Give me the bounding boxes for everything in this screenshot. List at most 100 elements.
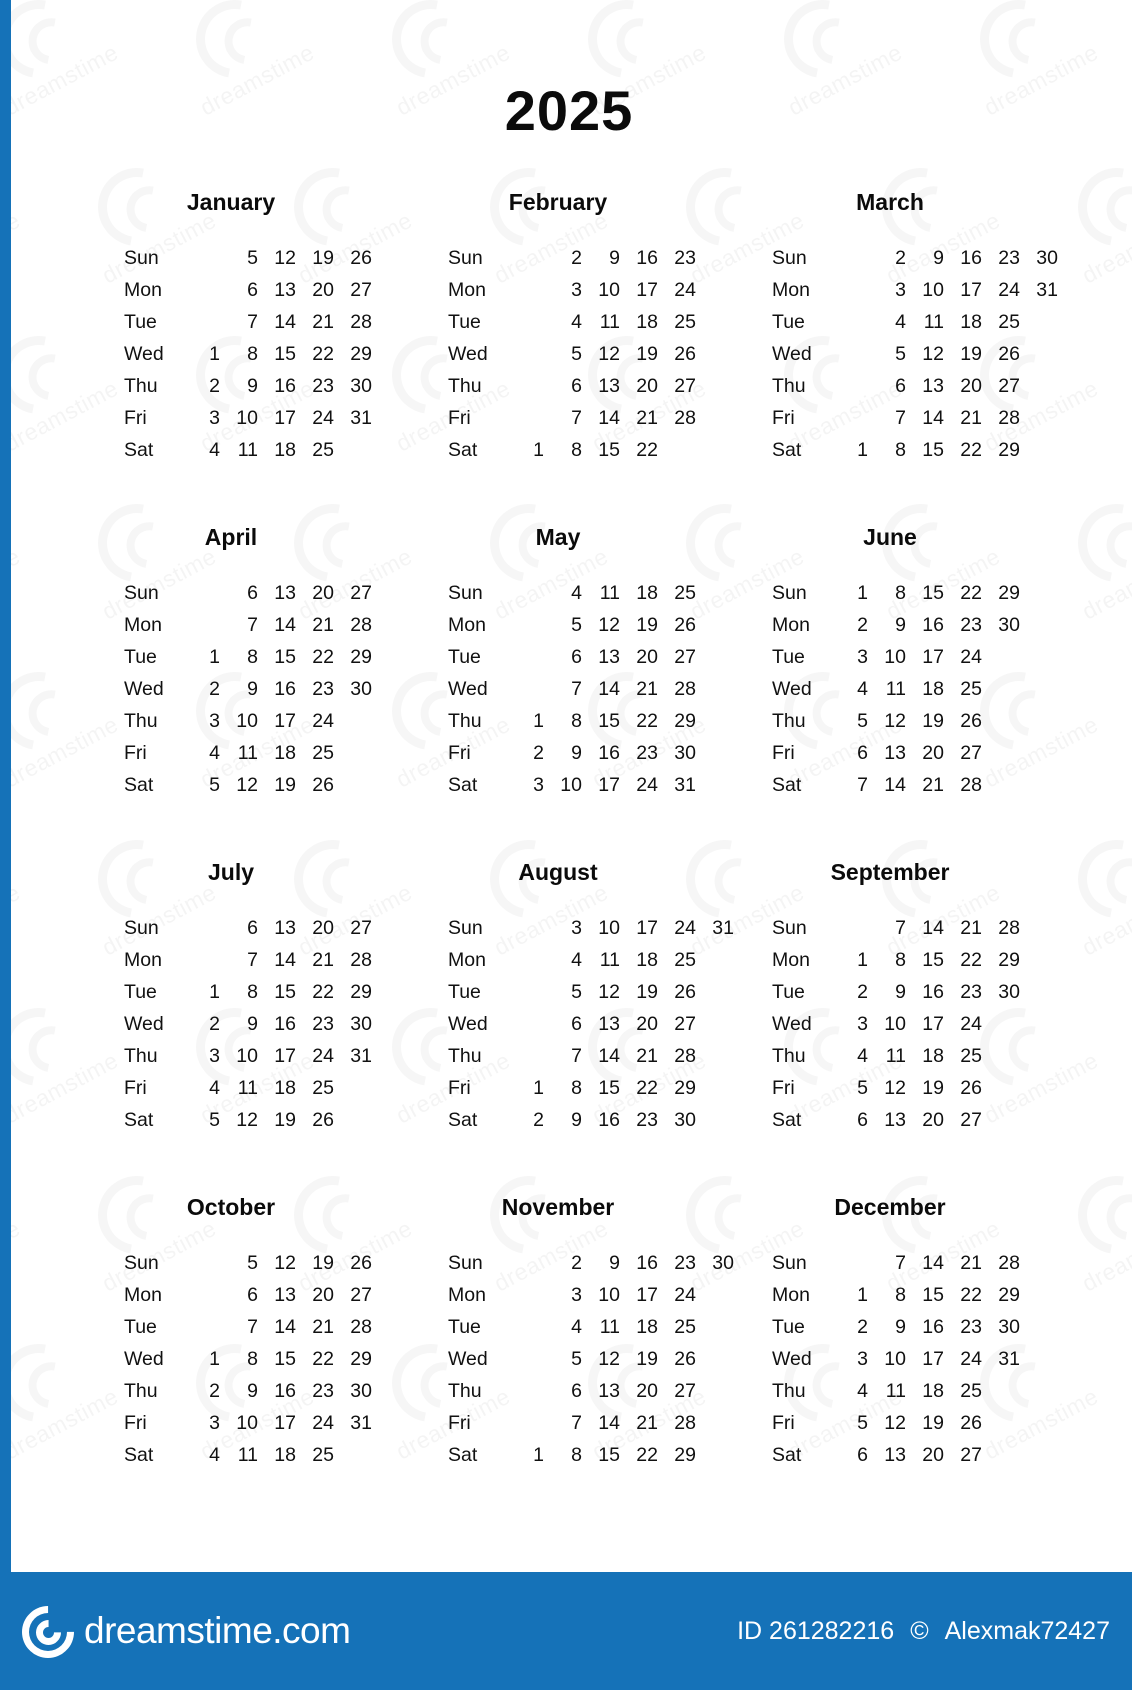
- day-cell[interactable]: 6: [544, 1008, 582, 1040]
- day-cell[interactable]: 3: [544, 274, 582, 306]
- day-cell[interactable]: 26: [944, 705, 982, 737]
- day-cell[interactable]: 1: [830, 1279, 868, 1311]
- day-cell[interactable]: 17: [258, 402, 296, 434]
- day-cell[interactable]: 22: [296, 338, 334, 370]
- day-cell[interactable]: 4: [544, 306, 582, 338]
- day-cell[interactable]: 10: [868, 1008, 906, 1040]
- day-cell[interactable]: 13: [868, 737, 906, 769]
- day-cell[interactable]: 1: [506, 705, 544, 737]
- day-cell[interactable]: 1: [830, 944, 868, 976]
- day-cell[interactable]: 3: [544, 912, 582, 944]
- day-cell[interactable]: 7: [220, 609, 258, 641]
- day-cell[interactable]: 5: [220, 1247, 258, 1279]
- day-cell[interactable]: 9: [220, 370, 258, 402]
- day-cell[interactable]: 5: [544, 976, 582, 1008]
- day-cell[interactable]: 5: [220, 242, 258, 274]
- day-cell[interactable]: 14: [258, 306, 296, 338]
- day-cell[interactable]: 29: [658, 1439, 696, 1471]
- day-cell[interactable]: 19: [620, 609, 658, 641]
- day-cell[interactable]: 2: [830, 609, 868, 641]
- day-cell[interactable]: 23: [658, 1247, 696, 1279]
- day-cell[interactable]: 19: [906, 1407, 944, 1439]
- day-cell[interactable]: 26: [982, 338, 1020, 370]
- day-cell[interactable]: 19: [296, 242, 334, 274]
- day-cell[interactable]: 29: [334, 976, 372, 1008]
- day-cell[interactable]: 6: [868, 370, 906, 402]
- day-cell[interactable]: 15: [906, 577, 944, 609]
- day-cell[interactable]: 7: [544, 1040, 582, 1072]
- day-cell[interactable]: 11: [220, 434, 258, 466]
- day-cell[interactable]: 11: [868, 1375, 906, 1407]
- day-cell[interactable]: 26: [944, 1072, 982, 1104]
- day-cell[interactable]: 7: [830, 769, 868, 801]
- day-cell[interactable]: 15: [258, 1343, 296, 1375]
- day-cell[interactable]: 10: [220, 1407, 258, 1439]
- day-cell[interactable]: 20: [906, 1104, 944, 1136]
- day-cell[interactable]: 5: [544, 609, 582, 641]
- day-cell[interactable]: 22: [296, 641, 334, 673]
- day-cell[interactable]: 5: [182, 769, 220, 801]
- day-cell[interactable]: 16: [258, 673, 296, 705]
- day-cell[interactable]: 23: [296, 673, 334, 705]
- day-cell[interactable]: 29: [334, 338, 372, 370]
- day-cell[interactable]: 5: [868, 338, 906, 370]
- day-cell[interactable]: 28: [944, 769, 982, 801]
- day-cell[interactable]: 12: [906, 338, 944, 370]
- day-cell[interactable]: 26: [296, 1104, 334, 1136]
- day-cell[interactable]: 1: [830, 577, 868, 609]
- day-cell[interactable]: 13: [258, 577, 296, 609]
- day-cell[interactable]: 1: [506, 1072, 544, 1104]
- day-cell[interactable]: 24: [296, 705, 334, 737]
- day-cell[interactable]: 23: [296, 1375, 334, 1407]
- day-cell[interactable]: 27: [944, 1439, 982, 1471]
- day-cell[interactable]: 11: [582, 1311, 620, 1343]
- day-cell[interactable]: 8: [868, 434, 906, 466]
- day-cell[interactable]: 3: [182, 705, 220, 737]
- day-cell[interactable]: 31: [334, 1407, 372, 1439]
- day-cell[interactable]: 21: [944, 1247, 982, 1279]
- day-cell[interactable]: 11: [220, 1439, 258, 1471]
- day-cell[interactable]: 3: [868, 274, 906, 306]
- day-cell[interactable]: 21: [620, 673, 658, 705]
- day-cell[interactable]: 4: [182, 737, 220, 769]
- day-cell[interactable]: 21: [944, 912, 982, 944]
- day-cell[interactable]: 15: [258, 338, 296, 370]
- day-cell[interactable]: 14: [258, 1311, 296, 1343]
- day-cell[interactable]: 17: [620, 274, 658, 306]
- day-cell[interactable]: 8: [220, 641, 258, 673]
- day-cell[interactable]: 20: [296, 274, 334, 306]
- day-cell[interactable]: 18: [906, 673, 944, 705]
- day-cell[interactable]: 18: [258, 737, 296, 769]
- day-cell[interactable]: 22: [620, 1072, 658, 1104]
- day-cell[interactable]: 13: [258, 1279, 296, 1311]
- day-cell[interactable]: 1: [182, 1343, 220, 1375]
- day-cell[interactable]: 15: [582, 434, 620, 466]
- day-cell[interactable]: 22: [944, 434, 982, 466]
- day-cell[interactable]: 3: [506, 769, 544, 801]
- day-cell[interactable]: 8: [220, 338, 258, 370]
- day-cell[interactable]: 9: [868, 1311, 906, 1343]
- day-cell[interactable]: 31: [696, 912, 734, 944]
- day-cell[interactable]: 26: [296, 769, 334, 801]
- day-cell[interactable]: 10: [868, 641, 906, 673]
- day-cell[interactable]: 12: [582, 1343, 620, 1375]
- day-cell[interactable]: 2: [182, 370, 220, 402]
- day-cell[interactable]: 26: [334, 242, 372, 274]
- day-cell[interactable]: 21: [296, 306, 334, 338]
- day-cell[interactable]: 31: [658, 769, 696, 801]
- day-cell[interactable]: 13: [258, 912, 296, 944]
- day-cell[interactable]: 25: [296, 434, 334, 466]
- day-cell[interactable]: 21: [944, 402, 982, 434]
- day-cell[interactable]: 26: [658, 609, 696, 641]
- day-cell[interactable]: 28: [334, 306, 372, 338]
- day-cell[interactable]: 10: [906, 274, 944, 306]
- day-cell[interactable]: 14: [906, 1247, 944, 1279]
- day-cell[interactable]: 9: [868, 976, 906, 1008]
- day-cell[interactable]: 22: [944, 944, 982, 976]
- day-cell[interactable]: 21: [906, 769, 944, 801]
- day-cell[interactable]: 12: [220, 769, 258, 801]
- day-cell[interactable]: 30: [982, 1311, 1020, 1343]
- day-cell[interactable]: 28: [982, 1247, 1020, 1279]
- day-cell[interactable]: 25: [296, 1072, 334, 1104]
- day-cell[interactable]: 17: [258, 1407, 296, 1439]
